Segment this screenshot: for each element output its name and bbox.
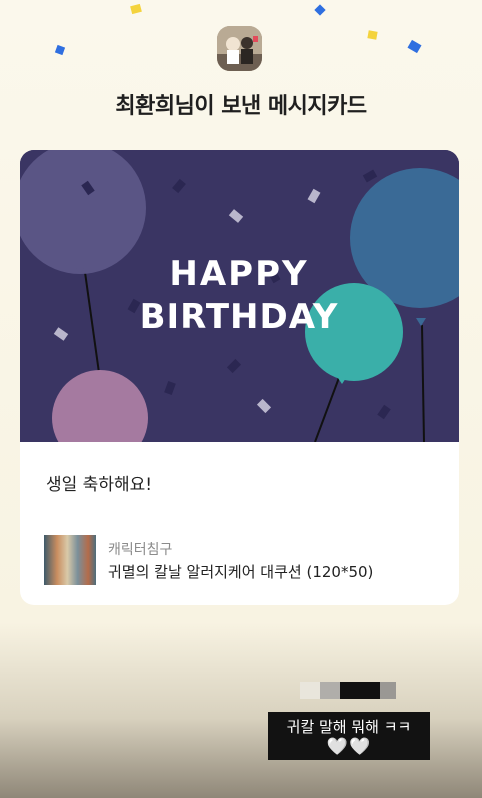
message-card[interactable]: HAPPY BIRTHDAY 생일 축하해요! 캐릭터침구 귀멸의 칼날 알러지… <box>20 150 459 605</box>
birthday-balloons-illustration: HAPPY BIRTHDAY <box>20 150 459 442</box>
confetti-blue-1 <box>314 4 326 16</box>
confetti-blue-3 <box>407 39 422 54</box>
page-title: 최환희님이 보낸 메시지카드 <box>115 94 367 119</box>
sticker-hearts: 🤍🤍 <box>326 737 372 757</box>
avatar-photo-icon <box>217 26 262 71</box>
product-name: 귀멸의 칼날 알러지케어 대쿠션 (120*50) <box>108 563 374 581</box>
confetti-blue-2 <box>54 44 66 56</box>
product-item[interactable]: 캐릭터침구 귀멸의 칼날 알러지케어 대쿠션 (120*50) <box>44 535 444 585</box>
art-text-birthday: BIRTHDAY <box>140 297 339 337</box>
birthday-card-art: HAPPY BIRTHDAY <box>20 150 459 442</box>
confetti-yellow-1 <box>130 3 142 15</box>
sticker-caption: 귀칼 말해 뭐해 ㅋㅋ <box>286 718 412 736</box>
product-brand: 캐릭터침구 <box>108 542 173 558</box>
sender-avatar[interactable] <box>217 26 262 71</box>
art-text-happy: HAPPY <box>169 254 308 294</box>
confetti-yellow-2 <box>367 30 378 40</box>
product-thumbnail[interactable] <box>44 535 96 585</box>
story-text-sticker[interactable]: 귀칼 말해 뭐해 ㅋㅋ 🤍🤍 <box>268 712 430 760</box>
card-message: 생일 축하해요! <box>46 475 153 495</box>
